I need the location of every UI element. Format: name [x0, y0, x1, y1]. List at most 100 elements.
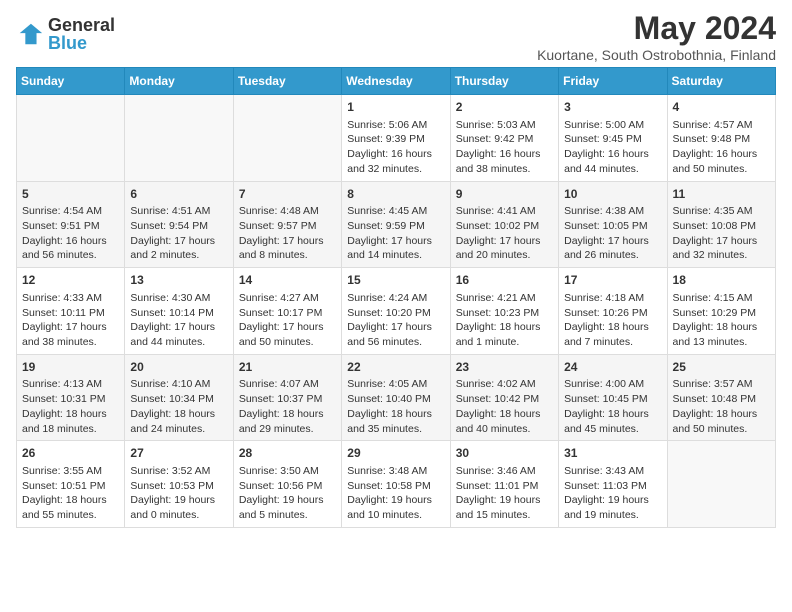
calendar-cell: 28 Sunrise: 3:50 AM Sunset: 10:56 PM Dayl…	[233, 441, 341, 528]
calendar-week-row: 19Sunrise: 4:13 AM Sunset: 10:31 PM Dayl…	[17, 354, 776, 441]
day-info: Sunrise: 4:51 AM Sunset: 9:54 PM Dayligh…	[130, 204, 227, 263]
day-info: Sunrise: 4:35 AM Sunset: 10:08 PM Daylig…	[673, 204, 770, 263]
day-number: 16	[456, 272, 553, 289]
calendar-cell	[667, 441, 775, 528]
page-title: May 2024	[537, 10, 776, 47]
weekday-header: Saturday	[667, 68, 775, 95]
calendar-cell: 15 Sunrise: 4:24 AM Sunset: 10:20 PM Dayl…	[342, 268, 450, 355]
calendar-cell: 18 Sunrise: 4:15 AM Sunset: 10:29 PM Dayl…	[667, 268, 775, 355]
day-info: Sunrise: 3:57 AM Sunset: 10:48 PM Daylig…	[673, 377, 770, 436]
calendar-cell: 7Sunrise: 4:48 AM Sunset: 9:57 PM Daylig…	[233, 181, 341, 268]
day-info: Sunrise: 4:41 AM Sunset: 10:02 PM Daylig…	[456, 204, 553, 263]
day-number: 23	[456, 359, 553, 376]
day-info: Sunrise: 3:43 AM Sunset: 11:03 PM Daylig…	[564, 464, 661, 523]
day-number: 1	[347, 99, 444, 116]
calendar-cell: 21Sunrise: 4:07 AM Sunset: 10:37 PM Dayl…	[233, 354, 341, 441]
logo-icon	[16, 20, 44, 48]
weekday-header: Monday	[125, 68, 233, 95]
day-number: 13	[130, 272, 227, 289]
calendar-cell: 31 Sunrise: 3:43 AM Sunset: 11:03 PM Dayl…	[559, 441, 667, 528]
calendar-cell: 30 Sunrise: 3:46 AM Sunset: 11:01 PM Dayl…	[450, 441, 558, 528]
header: General Blue May 2024 Kuortane, South Os…	[16, 10, 776, 63]
logo-blue-text: Blue	[48, 34, 115, 52]
day-number: 10	[564, 186, 661, 203]
calendar-cell: 24Sunrise: 4:00 AM Sunset: 10:45 PM Dayl…	[559, 354, 667, 441]
day-number: 29	[347, 445, 444, 462]
day-info: Sunrise: 4:00 AM Sunset: 10:45 PM Daylig…	[564, 377, 661, 436]
day-info: Sunrise: 5:06 AM Sunset: 9:39 PM Dayligh…	[347, 118, 444, 177]
day-number: 30	[456, 445, 553, 462]
day-number: 6	[130, 186, 227, 203]
calendar-cell: 8Sunrise: 4:45 AM Sunset: 9:59 PM Daylig…	[342, 181, 450, 268]
calendar-cell: 25Sunrise: 3:57 AM Sunset: 10:48 PM Dayl…	[667, 354, 775, 441]
day-info: Sunrise: 4:38 AM Sunset: 10:05 PM Daylig…	[564, 204, 661, 263]
day-number: 18	[673, 272, 770, 289]
calendar-cell: 12 Sunrise: 4:33 AM Sunset: 10:11 PM Dayl…	[17, 268, 125, 355]
day-number: 24	[564, 359, 661, 376]
calendar-cell: 3 Sunrise: 5:00 AM Sunset: 9:45 PM Daylig…	[559, 95, 667, 182]
day-info: Sunrise: 4:02 AM Sunset: 10:42 PM Daylig…	[456, 377, 553, 436]
calendar-cell: 4Sunrise: 4:57 AM Sunset: 9:48 PM Daylig…	[667, 95, 775, 182]
calendar-cell: 29 Sunrise: 3:48 AM Sunset: 10:58 PM Dayl…	[342, 441, 450, 528]
calendar-cell	[125, 95, 233, 182]
day-number: 17	[564, 272, 661, 289]
calendar-cell: 22Sunrise: 4:05 AM Sunset: 10:40 PM Dayl…	[342, 354, 450, 441]
calendar-cell: 10Sunrise: 4:38 AM Sunset: 10:05 PM Dayl…	[559, 181, 667, 268]
day-number: 28	[239, 445, 336, 462]
day-number: 12	[22, 272, 119, 289]
calendar-cell: 27Sunrise: 3:52 AM Sunset: 10:53 PM Dayl…	[125, 441, 233, 528]
calendar-cell	[17, 95, 125, 182]
calendar-cell: 5Sunrise: 4:54 AM Sunset: 9:51 PM Daylig…	[17, 181, 125, 268]
calendar-cell: 19Sunrise: 4:13 AM Sunset: 10:31 PM Dayl…	[17, 354, 125, 441]
weekday-header-row: SundayMondayTuesdayWednesdayThursdayFrid…	[17, 68, 776, 95]
calendar-cell: 26 Sunrise: 3:55 AM Sunset: 10:51 PM Dayl…	[17, 441, 125, 528]
weekday-header: Friday	[559, 68, 667, 95]
day-info: Sunrise: 5:03 AM Sunset: 9:42 PM Dayligh…	[456, 118, 553, 177]
calendar-cell: 13 Sunrise: 4:30 AM Sunset: 10:14 PM Dayl…	[125, 268, 233, 355]
logo: General Blue	[16, 16, 115, 52]
day-info: Sunrise: 5:00 AM Sunset: 9:45 PM Dayligh…	[564, 118, 661, 177]
day-info: Sunrise: 3:55 AM Sunset: 10:51 PM Daylig…	[22, 464, 119, 523]
day-number: 3	[564, 99, 661, 116]
calendar-week-row: 12 Sunrise: 4:33 AM Sunset: 10:11 PM Dayl…	[17, 268, 776, 355]
weekday-header: Tuesday	[233, 68, 341, 95]
day-number: 31	[564, 445, 661, 462]
calendar-cell: 16 Sunrise: 4:21 AM Sunset: 10:23 PM Dayl…	[450, 268, 558, 355]
day-info: Sunrise: 4:05 AM Sunset: 10:40 PM Daylig…	[347, 377, 444, 436]
day-info: Sunrise: 4:48 AM Sunset: 9:57 PM Dayligh…	[239, 204, 336, 263]
day-info: Sunrise: 3:46 AM Sunset: 11:01 PM Daylig…	[456, 464, 553, 523]
day-info: Sunrise: 4:27 AM Sunset: 10:17 PM Daylig…	[239, 291, 336, 350]
page-subtitle: Kuortane, South Ostrobothnia, Finland	[537, 47, 776, 63]
calendar-cell: 14 Sunrise: 4:27 AM Sunset: 10:17 PM Dayl…	[233, 268, 341, 355]
day-info: Sunrise: 4:33 AM Sunset: 10:11 PM Daylig…	[22, 291, 119, 350]
day-number: 11	[673, 186, 770, 203]
calendar-cell: 23Sunrise: 4:02 AM Sunset: 10:42 PM Dayl…	[450, 354, 558, 441]
title-block: May 2024 Kuortane, South Ostrobothnia, F…	[537, 10, 776, 63]
day-info: Sunrise: 4:21 AM Sunset: 10:23 PM Daylig…	[456, 291, 553, 350]
day-info: Sunrise: 4:30 AM Sunset: 10:14 PM Daylig…	[130, 291, 227, 350]
day-number: 21	[239, 359, 336, 376]
calendar-week-row: 26 Sunrise: 3:55 AM Sunset: 10:51 PM Dayl…	[17, 441, 776, 528]
calendar-week-row: 1 Sunrise: 5:06 AM Sunset: 9:39 PM Daylig…	[17, 95, 776, 182]
day-info: Sunrise: 4:15 AM Sunset: 10:29 PM Daylig…	[673, 291, 770, 350]
calendar-cell: 1 Sunrise: 5:06 AM Sunset: 9:39 PM Daylig…	[342, 95, 450, 182]
day-number: 20	[130, 359, 227, 376]
day-number: 22	[347, 359, 444, 376]
weekday-header: Thursday	[450, 68, 558, 95]
day-info: Sunrise: 4:13 AM Sunset: 10:31 PM Daylig…	[22, 377, 119, 436]
calendar-table: SundayMondayTuesdayWednesdayThursdayFrid…	[16, 67, 776, 528]
day-info: Sunrise: 3:50 AM Sunset: 10:56 PM Daylig…	[239, 464, 336, 523]
day-number: 26	[22, 445, 119, 462]
day-number: 25	[673, 359, 770, 376]
day-info: Sunrise: 4:24 AM Sunset: 10:20 PM Daylig…	[347, 291, 444, 350]
calendar-cell: 17Sunrise: 4:18 AM Sunset: 10:26 PM Dayl…	[559, 268, 667, 355]
day-number: 2	[456, 99, 553, 116]
calendar-cell: 11Sunrise: 4:35 AM Sunset: 10:08 PM Dayl…	[667, 181, 775, 268]
day-number: 14	[239, 272, 336, 289]
day-info: Sunrise: 3:48 AM Sunset: 10:58 PM Daylig…	[347, 464, 444, 523]
day-number: 15	[347, 272, 444, 289]
day-number: 27	[130, 445, 227, 462]
weekday-header: Sunday	[17, 68, 125, 95]
day-number: 9	[456, 186, 553, 203]
calendar-week-row: 5Sunrise: 4:54 AM Sunset: 9:51 PM Daylig…	[17, 181, 776, 268]
